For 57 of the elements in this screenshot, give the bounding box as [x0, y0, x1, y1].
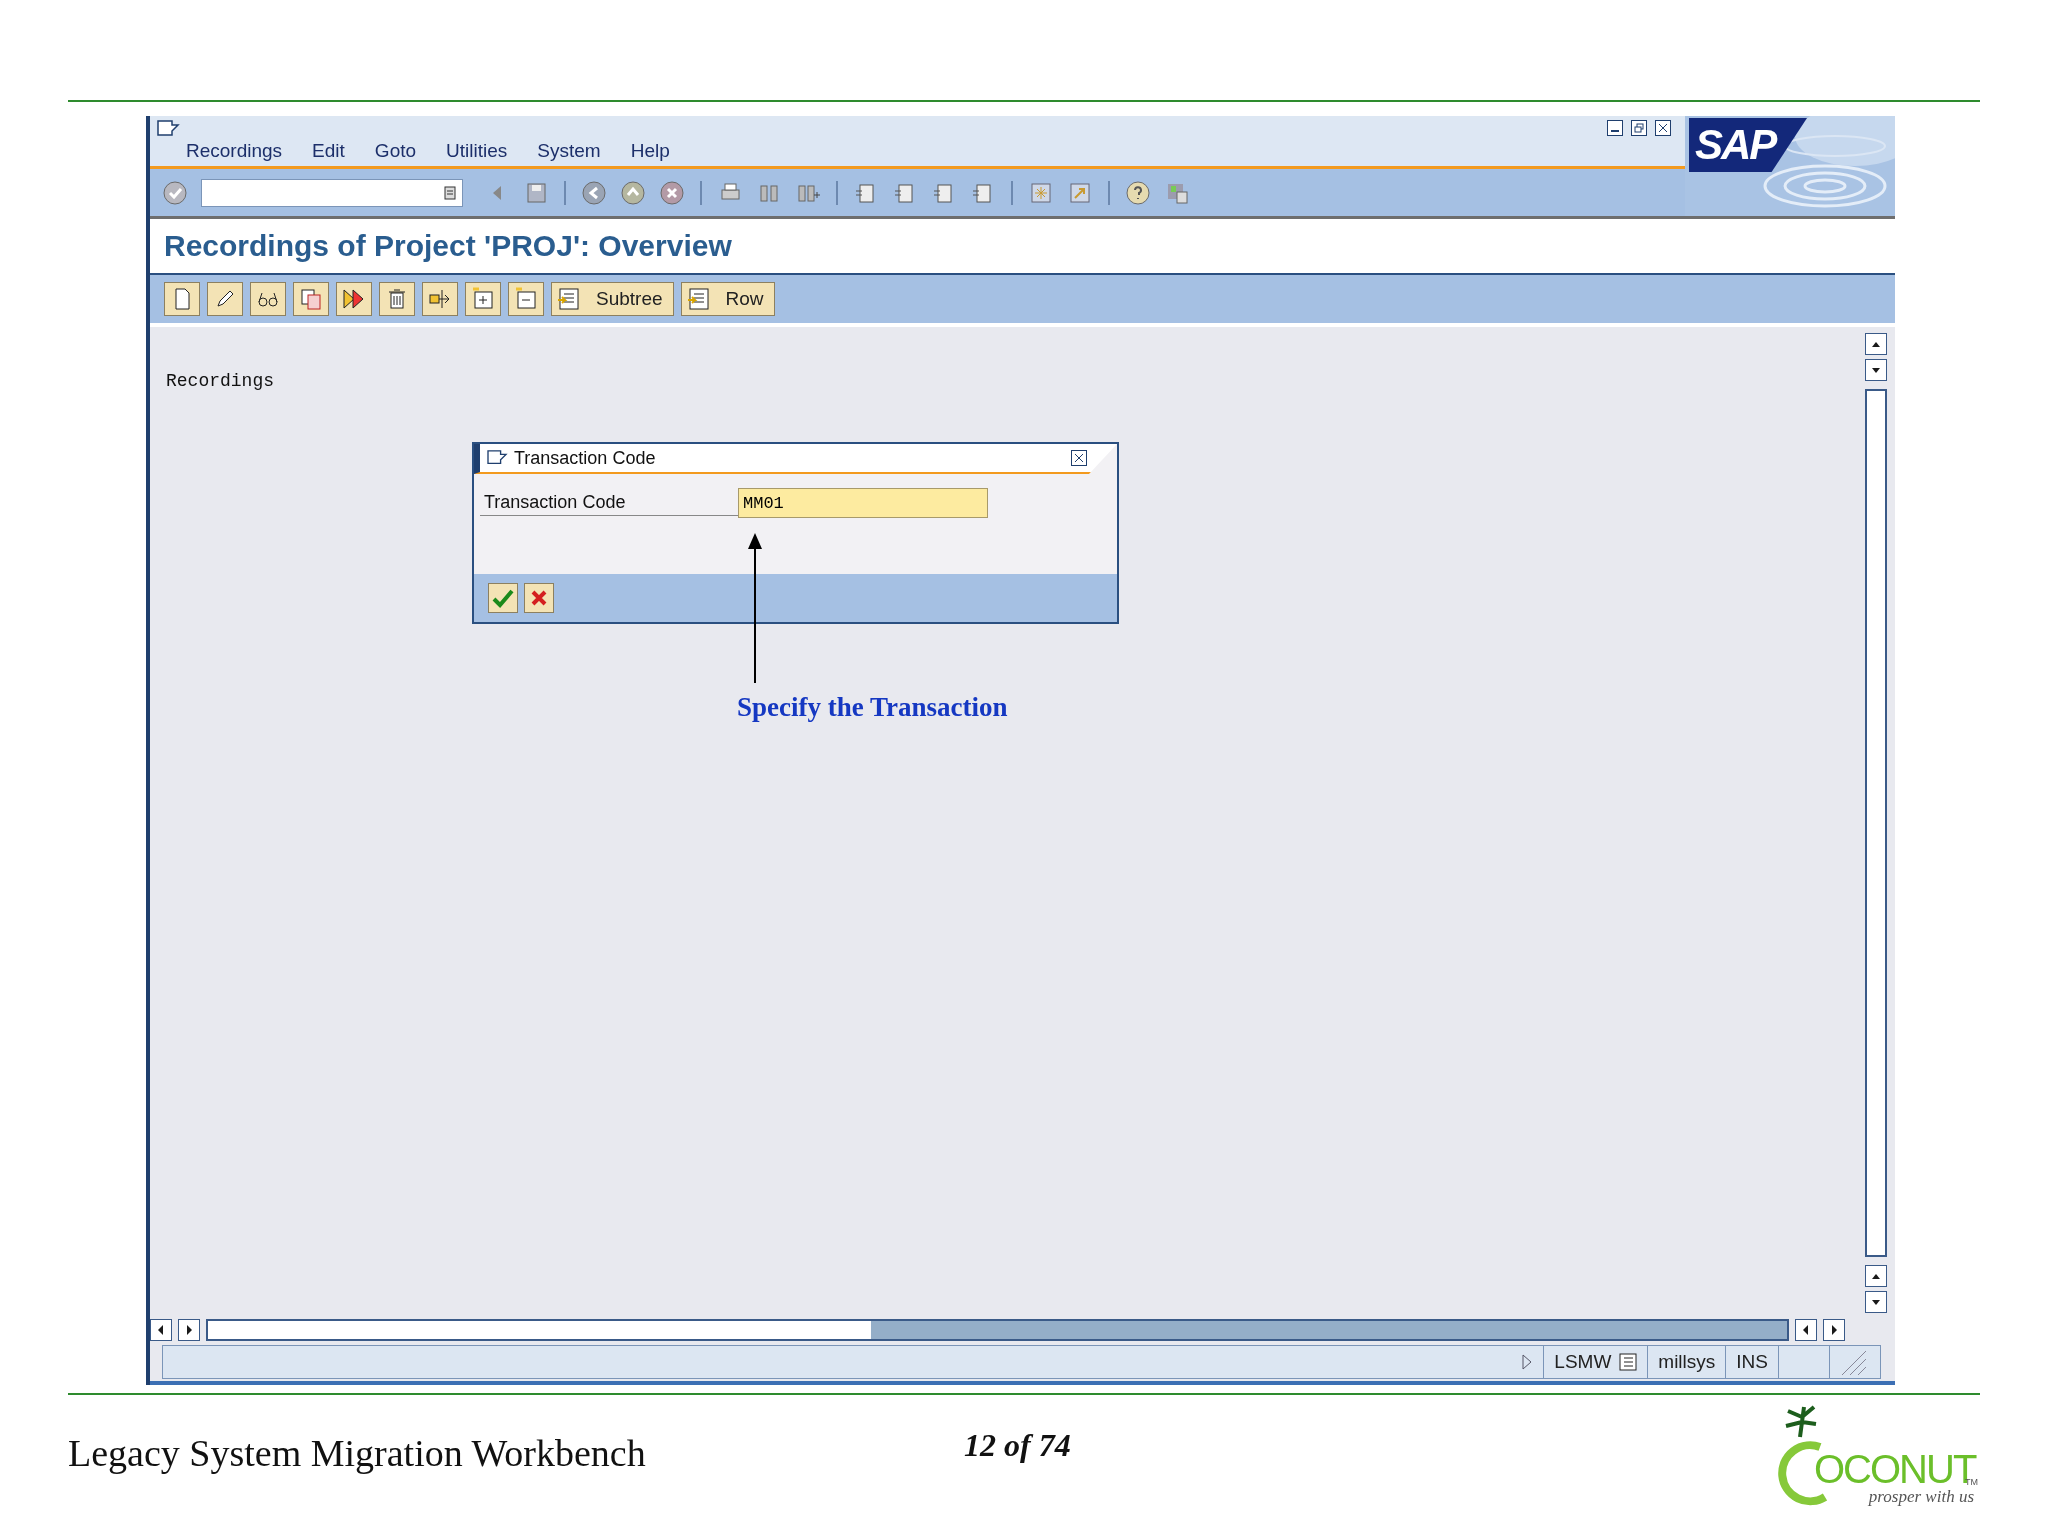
minimize-icon [1611, 130, 1619, 132]
back-icon[interactable] [581, 179, 607, 206]
vertical-scrollbar[interactable] [1865, 389, 1887, 1257]
system-menu-icon[interactable] [156, 119, 180, 139]
toolbar-button[interactable]: Subtree [551, 282, 674, 316]
list-icon[interactable] [1619, 1353, 1638, 1371]
scroll-up-button[interactable] [1865, 1265, 1887, 1287]
scroll-down-button[interactable] [1865, 1291, 1887, 1313]
transaction-code-field[interactable]: MM01 [738, 488, 988, 518]
cancel-button[interactable] [524, 583, 554, 613]
toolbar-button[interactable]: Row [680, 282, 775, 316]
scroll-down-button[interactable] [1865, 359, 1887, 381]
check-icon [492, 587, 514, 609]
restore-icon [1634, 123, 1644, 133]
command-field[interactable] [201, 178, 463, 207]
close-icon [1658, 123, 1668, 133]
section-heading: Recordings [166, 371, 275, 391]
resize-grip-icon[interactable] [1840, 1349, 1866, 1375]
menu-item[interactable]: Goto [374, 140, 417, 162]
cancel-icon[interactable] [659, 179, 685, 206]
scroll-right-button[interactable] [1823, 1319, 1845, 1341]
page-number: 12 of 74 [964, 1427, 1071, 1464]
tree-icon[interactable] [685, 286, 712, 312]
dialog-icon [486, 449, 508, 467]
menu-item[interactable]: System [537, 140, 601, 162]
restore-button[interactable] [1631, 120, 1647, 136]
annotation-text: Specify the Transaction [737, 692, 1008, 723]
menu-item[interactable]: Help [630, 140, 670, 162]
status-field: INS [1736, 1351, 1768, 1373]
slide-title: Legacy System Migration Workbench [68, 1431, 647, 1475]
exit-icon[interactable] [620, 179, 646, 206]
company-logo: OCONUTTM prosper with us [1770, 1395, 1980, 1511]
scroll-right-button[interactable] [178, 1319, 200, 1341]
status-field: LSMW [1554, 1351, 1612, 1373]
cross-icon [530, 589, 548, 607]
screen-title: Recordings of Project 'PROJ': Overview [164, 229, 732, 263]
dropdown-icon[interactable] [444, 184, 456, 201]
close-button[interactable] [1071, 450, 1087, 466]
enter-icon[interactable] [162, 179, 188, 206]
horizontal-scrollbar[interactable] [206, 1319, 1789, 1341]
scroll-up-button[interactable] [1865, 333, 1887, 355]
expand-status-icon[interactable] [1521, 1353, 1534, 1371]
menu-item[interactable]: Edit [312, 140, 345, 162]
dialog-title: Transaction Code [514, 447, 657, 469]
status-field: millsys [1658, 1351, 1716, 1373]
scroll-left-button[interactable] [1795, 1319, 1817, 1341]
close-button[interactable] [1655, 120, 1671, 136]
close-icon [1074, 453, 1084, 463]
minimize-button[interactable] [1607, 120, 1623, 136]
menu-item[interactable]: Recordings [186, 140, 283, 162]
field-label: Transaction Code [480, 490, 738, 516]
sap-logo: SAP [1685, 116, 1895, 216]
help-icon[interactable] [1125, 179, 1151, 206]
confirm-button[interactable] [488, 583, 518, 613]
tree-icon[interactable] [556, 286, 582, 312]
scroll-left-button[interactable] [150, 1319, 172, 1341]
menu-item[interactable]: Utilities [446, 140, 508, 162]
